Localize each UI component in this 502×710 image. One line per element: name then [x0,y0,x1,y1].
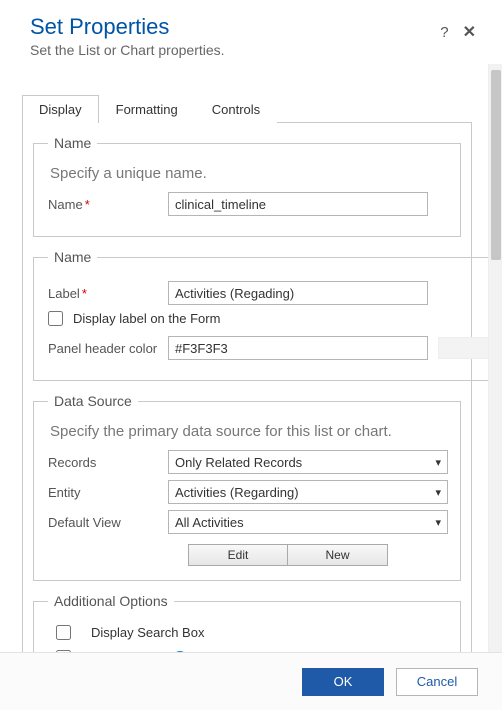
group-label-legend: Name [48,249,97,265]
panel-color-input[interactable] [168,336,428,360]
records-select[interactable]: Only Related Records ▾ [168,450,448,474]
scrollbar-thumb[interactable] [491,70,501,260]
tab-controls[interactable]: Controls [195,95,277,123]
chevron-down-icon: ▾ [435,456,441,469]
vertical-scrollbar[interactable] [488,64,502,652]
close-icon[interactable]: ✕ [463,22,476,42]
panel-color-swatch[interactable] [438,337,488,359]
default-view-select[interactable]: All Activities ▾ [168,510,448,534]
tab-strip: Display Formatting Controls [22,94,472,123]
dialog-footer: OK Cancel [0,652,502,710]
default-view-label: Default View [48,515,168,530]
dialog-title: Set Properties [30,14,482,40]
group-additional-legend: Additional Options [48,593,174,609]
entity-label: Entity [48,485,168,500]
edit-view-button[interactable]: Edit [188,544,288,566]
name-label: Name* [48,197,168,212]
display-search-label: Display Search Box [91,625,204,640]
name-input[interactable] [168,192,428,216]
tab-display[interactable]: Display [22,95,99,123]
chevron-down-icon: ▾ [435,516,441,529]
tab-panel-display: Name Specify a unique name. Name* Name L… [22,123,472,652]
group-data-source-legend: Data Source [48,393,138,409]
group-name-legend: Name [48,135,97,151]
display-label-checkbox[interactable] [48,311,63,326]
dialog-subtitle: Set the List or Chart properties. [30,42,482,58]
records-label: Records [48,455,168,470]
set-properties-dialog: Set Properties Set the List or Chart pro… [0,0,502,710]
group-data-source-hint: Specify the primary data source for this… [50,423,448,440]
dialog-header: Set Properties Set the List or Chart pro… [0,0,502,64]
group-data-source: Data Source Specify the primary data sou… [33,393,461,581]
label-label: Label* [48,286,168,301]
chevron-down-icon: ▾ [435,486,441,499]
group-name-hint: Specify a unique name. [50,165,448,182]
cancel-button[interactable]: Cancel [396,668,478,696]
group-name: Name Specify a unique name. Name* [33,135,461,237]
entity-select[interactable]: Activities (Regarding) ▾ [168,480,448,504]
display-search-checkbox[interactable] [56,625,71,640]
new-view-button[interactable]: New [288,544,388,566]
group-additional-options: Additional Options Display Search Box Di… [33,593,461,652]
ok-button[interactable]: OK [302,668,384,696]
tab-formatting[interactable]: Formatting [99,95,195,123]
help-icon[interactable]: ? [440,24,448,41]
label-input[interactable] [168,281,428,305]
display-label-text: Display label on the Form [73,311,220,326]
panel-color-label: Panel header color [48,341,168,356]
dialog-body: Display Formatting Controls Name Specify… [0,64,488,652]
group-label: Name Label* Display label on the Form Pa… [33,249,488,381]
